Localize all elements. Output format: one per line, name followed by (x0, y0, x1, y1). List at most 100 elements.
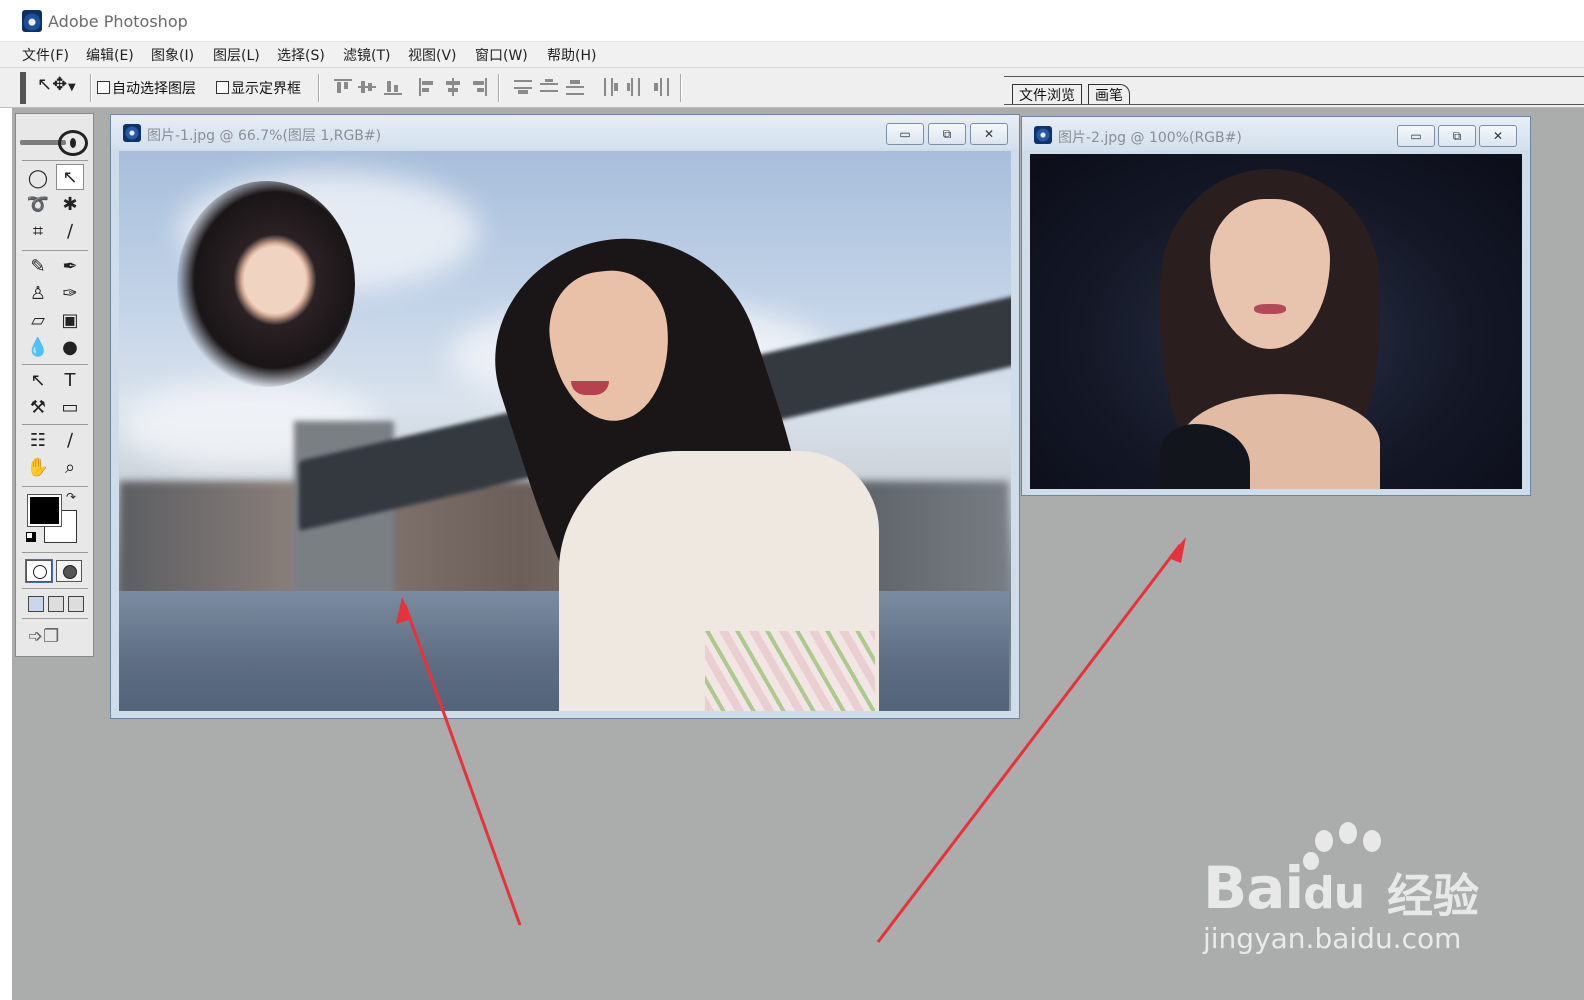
distribute-right-icon[interactable] (652, 78, 670, 96)
toolbox-divider (22, 486, 88, 487)
clone-stamp-tool-icon[interactable]: ♙ (24, 281, 52, 307)
align-top-icon[interactable] (334, 78, 352, 96)
watermark-brand-du: du (1303, 868, 1365, 919)
standard-mode-button[interactable] (25, 559, 53, 583)
distribute-left-icon[interactable] (602, 78, 620, 96)
align-right-icon[interactable] (470, 78, 488, 96)
adobe-online-icon[interactable] (58, 130, 88, 156)
swap-colors-icon[interactable]: ↷ (66, 490, 76, 504)
menu-layer[interactable]: 图层(L) (213, 45, 260, 65)
tab-file-browser[interactable]: 文件浏览 (1012, 84, 1082, 104)
tool-preset-picker[interactable]: ↖✥ ▼ (34, 74, 84, 102)
maximize-button[interactable]: ⧉ (928, 123, 966, 145)
distribute-hcenter-icon[interactable] (626, 78, 644, 96)
auto-select-layer-checkbox[interactable]: 自动选择图层 (97, 78, 196, 98)
document-window-1: 图片-1.jpg @ 66.7%(图层 1,RGB#) ▭ ⧉ ✕ (110, 114, 1020, 719)
minimize-button[interactable]: ▭ (1397, 125, 1435, 147)
menu-select[interactable]: 选择(S) (277, 45, 325, 65)
healing-brush-tool-icon[interactable]: ✎ (24, 254, 52, 280)
photoshop-logo-icon (22, 10, 42, 32)
align-vcenter-icon[interactable] (358, 78, 376, 96)
move-tool-icon: ↖✥ (37, 74, 68, 95)
slice-tool-icon[interactable]: ∕ (56, 219, 84, 245)
distribute-top-icon[interactable] (514, 78, 532, 96)
eraser-tool-icon[interactable]: ▱ (24, 308, 52, 334)
show-bounding-box-checkbox[interactable]: 显示定界框 (216, 78, 301, 98)
rectangle-tool-icon[interactable]: ▭ (56, 395, 84, 421)
standard-screen-mode-button[interactable] (28, 596, 44, 612)
watermark-url: jingyan.baidu.com (1203, 922, 1462, 955)
checkbox-box[interactable] (97, 81, 110, 94)
options-divider (498, 74, 500, 102)
auto-select-layer-label: 自动选择图层 (112, 81, 196, 97)
baidu-jingyan-watermark: Baidu 经验 jingyan.baidu.com (1195, 818, 1495, 968)
eyedropper-tool-icon[interactable]: ∕ (56, 428, 84, 454)
blur-tool-icon[interactable]: 💧 (24, 335, 52, 361)
window-left-edge (0, 68, 12, 1000)
hand-tool-icon[interactable]: ✋ (24, 455, 52, 481)
dodge-tool-icon[interactable]: ● (56, 335, 84, 361)
document-canvas[interactable] (1030, 154, 1522, 489)
toolbox: ◯ ↖ ➰ ✱ ⌗ ∕ ✎ ✒ ♙ ✑ ▱ ▣ 💧 ● ↖ T ⚒ ▭ ☷ ∕ … (15, 113, 94, 657)
jump-to-imageready-icon[interactable]: ➩❐ (28, 626, 84, 650)
tab-brushes[interactable]: 画笔 (1088, 84, 1130, 104)
document-title: 图片-2.jpg @ 100%(RGB#) (1058, 130, 1242, 146)
menu-file[interactable]: 文件(F) (22, 45, 69, 65)
menu-image[interactable]: 图象(I) (151, 45, 194, 65)
options-bar-grip[interactable] (20, 72, 26, 104)
menu-view[interactable]: 视图(V) (408, 45, 457, 65)
watermark-brand-bai: Bai (1203, 854, 1304, 922)
zoom-tool-icon[interactable]: ⌕ (56, 455, 84, 481)
options-divider (90, 74, 92, 102)
toolbox-divider (22, 552, 88, 553)
align-hcenter-icon[interactable] (444, 78, 462, 96)
menu-edit[interactable]: 编辑(E) (86, 45, 134, 65)
type-tool-icon[interactable]: T (56, 368, 84, 394)
full-screen-menu-mode-button[interactable] (48, 596, 64, 612)
minimize-button[interactable]: ▭ (886, 123, 924, 145)
watermark-brand: Baidu (1203, 854, 1365, 922)
distribute-vcenter-icon[interactable] (540, 78, 558, 96)
quick-mask-mode-button[interactable] (56, 560, 82, 582)
document-canvas[interactable] (119, 151, 1011, 711)
toolbox-divider (22, 364, 88, 365)
palette-well-border (1004, 76, 1584, 77)
document-title-bar[interactable]: 图片-2.jpg @ 100%(RGB#) ▭ ⧉ ✕ (1022, 117, 1530, 151)
history-brush-tool-icon[interactable]: ✑ (56, 281, 84, 307)
notes-tool-icon[interactable]: ☷ (24, 428, 52, 454)
toolbox-divider (22, 618, 88, 619)
crop-tool-icon[interactable]: ⌗ (24, 219, 52, 245)
document-title-bar[interactable]: 图片-1.jpg @ 66.7%(图层 1,RGB#) ▭ ⧉ ✕ (111, 115, 1019, 149)
close-button[interactable]: ✕ (970, 123, 1008, 145)
gradient-tool-icon[interactable]: ▣ (56, 308, 84, 334)
menu-window[interactable]: 窗口(W) (475, 45, 528, 65)
maximize-button[interactable]: ⧉ (1438, 125, 1476, 147)
watermark-jingyan: 经验 (1387, 869, 1479, 923)
menu-filter[interactable]: 滤镜(T) (343, 45, 390, 65)
options-divider (318, 74, 320, 102)
align-left-icon[interactable] (418, 78, 436, 96)
options-divider (680, 74, 682, 102)
marquee-tool-icon[interactable]: ◯ (24, 166, 52, 192)
move-tool-icon[interactable]: ↖ (56, 164, 84, 190)
full-screen-mode-button[interactable] (68, 596, 84, 612)
pen-tool-icon[interactable]: ⚒ (24, 395, 52, 421)
toolbox-divider (22, 160, 88, 161)
default-colors-icon[interactable] (26, 532, 36, 542)
distribute-bottom-icon[interactable] (566, 78, 584, 96)
close-button[interactable]: ✕ (1479, 125, 1517, 147)
foreground-color-swatch[interactable] (27, 494, 62, 527)
show-bounding-box-label: 显示定界框 (231, 81, 301, 97)
checkbox-box[interactable] (216, 81, 229, 94)
align-bottom-icon[interactable] (384, 78, 402, 96)
magic-wand-tool-icon[interactable]: ✱ (56, 192, 84, 218)
toolbox-header[interactable] (18, 126, 90, 158)
toolbox-divider (22, 588, 88, 589)
chevron-down-icon: ▼ (68, 82, 76, 93)
path-selection-tool-icon[interactable]: ↖ (24, 368, 52, 394)
lasso-tool-icon[interactable]: ➰ (24, 192, 52, 218)
brush-tool-icon[interactable]: ✒ (56, 254, 84, 280)
app-title: Adobe Photoshop (48, 12, 188, 31)
menu-help[interactable]: 帮助(H) (547, 45, 596, 65)
title-bar: Adobe Photoshop (0, 0, 1584, 42)
